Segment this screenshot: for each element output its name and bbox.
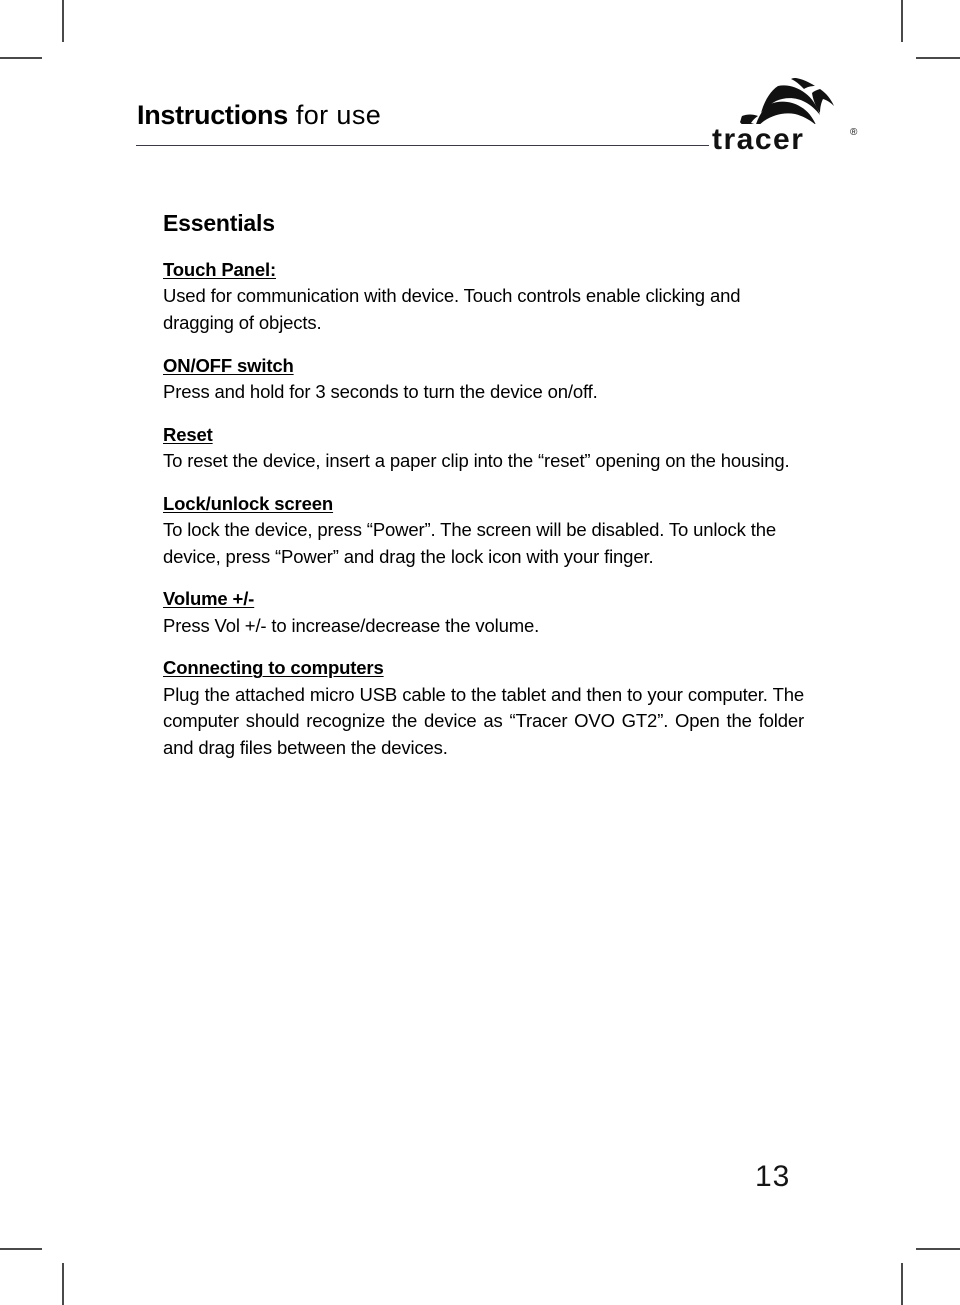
crop-mark-bottom-right-horizontal bbox=[916, 1248, 960, 1250]
block-lock-unlock-screen: Lock/unlock screen To lock the device, p… bbox=[163, 492, 804, 571]
paragraph: To reset the device, insert a paper clip… bbox=[163, 450, 790, 472]
paragraph: Press Vol +/- to increase/decrease the v… bbox=[163, 614, 540, 636]
block-on-off-switch: ON/OFF switch Press and hold for 3 secon… bbox=[163, 354, 804, 406]
block-touch-panel: Touch Panel: Used for communication with… bbox=[163, 258, 804, 337]
tracer-wordmark: tracer ® bbox=[712, 123, 858, 156]
svg-text:tracer: tracer bbox=[712, 123, 804, 156]
page-number: 13 bbox=[755, 1160, 791, 1193]
crop-mark-bottom-left-horizontal bbox=[0, 1248, 42, 1250]
crop-mark-bottom-right-vertical bbox=[901, 1263, 903, 1305]
paragraph: Press and hold for 3 seconds to turn the… bbox=[163, 381, 598, 403]
sub-heading: Connecting to computers bbox=[163, 657, 384, 679]
document-page: Instructions for use tracer ® Essentials… bbox=[0, 0, 960, 1305]
content-body: Essentials Touch Panel: Used for communi… bbox=[163, 210, 804, 762]
tracer-logo: tracer ® bbox=[712, 76, 872, 166]
paragraph: To lock the device, press “Power”. The s… bbox=[163, 519, 776, 567]
crop-mark-bottom-left-vertical bbox=[62, 1263, 64, 1305]
paragraph: Used for communication with device. Touc… bbox=[163, 285, 741, 334]
page-title: Instructions for use bbox=[137, 100, 381, 131]
section-title: Essentials bbox=[163, 210, 275, 236]
svg-text:®: ® bbox=[850, 127, 858, 138]
page-header: Instructions for use tracer ® bbox=[0, 0, 960, 175]
header-divider bbox=[136, 145, 709, 146]
tracer-mountain-icon bbox=[740, 78, 834, 124]
page-title-light: for use bbox=[287, 100, 382, 130]
sub-heading: Volume +/- bbox=[163, 588, 255, 610]
block-reset: Reset To reset the device, insert a pape… bbox=[163, 423, 804, 475]
block-volume: Volume +/- Press Vol +/- to increase/dec… bbox=[163, 587, 804, 639]
sub-heading: Reset bbox=[163, 423, 213, 445]
block-connecting-to-computers: Connecting to computers Plug the attache… bbox=[163, 656, 804, 761]
sub-heading: Touch Panel: bbox=[163, 259, 276, 280]
sub-heading: ON/OFF switch bbox=[163, 354, 294, 376]
paragraph: Plug the attached micro USB cable to the… bbox=[163, 683, 804, 759]
sub-heading: Lock/unlock screen bbox=[163, 492, 334, 514]
page-title-bold: Instructions bbox=[137, 100, 288, 130]
